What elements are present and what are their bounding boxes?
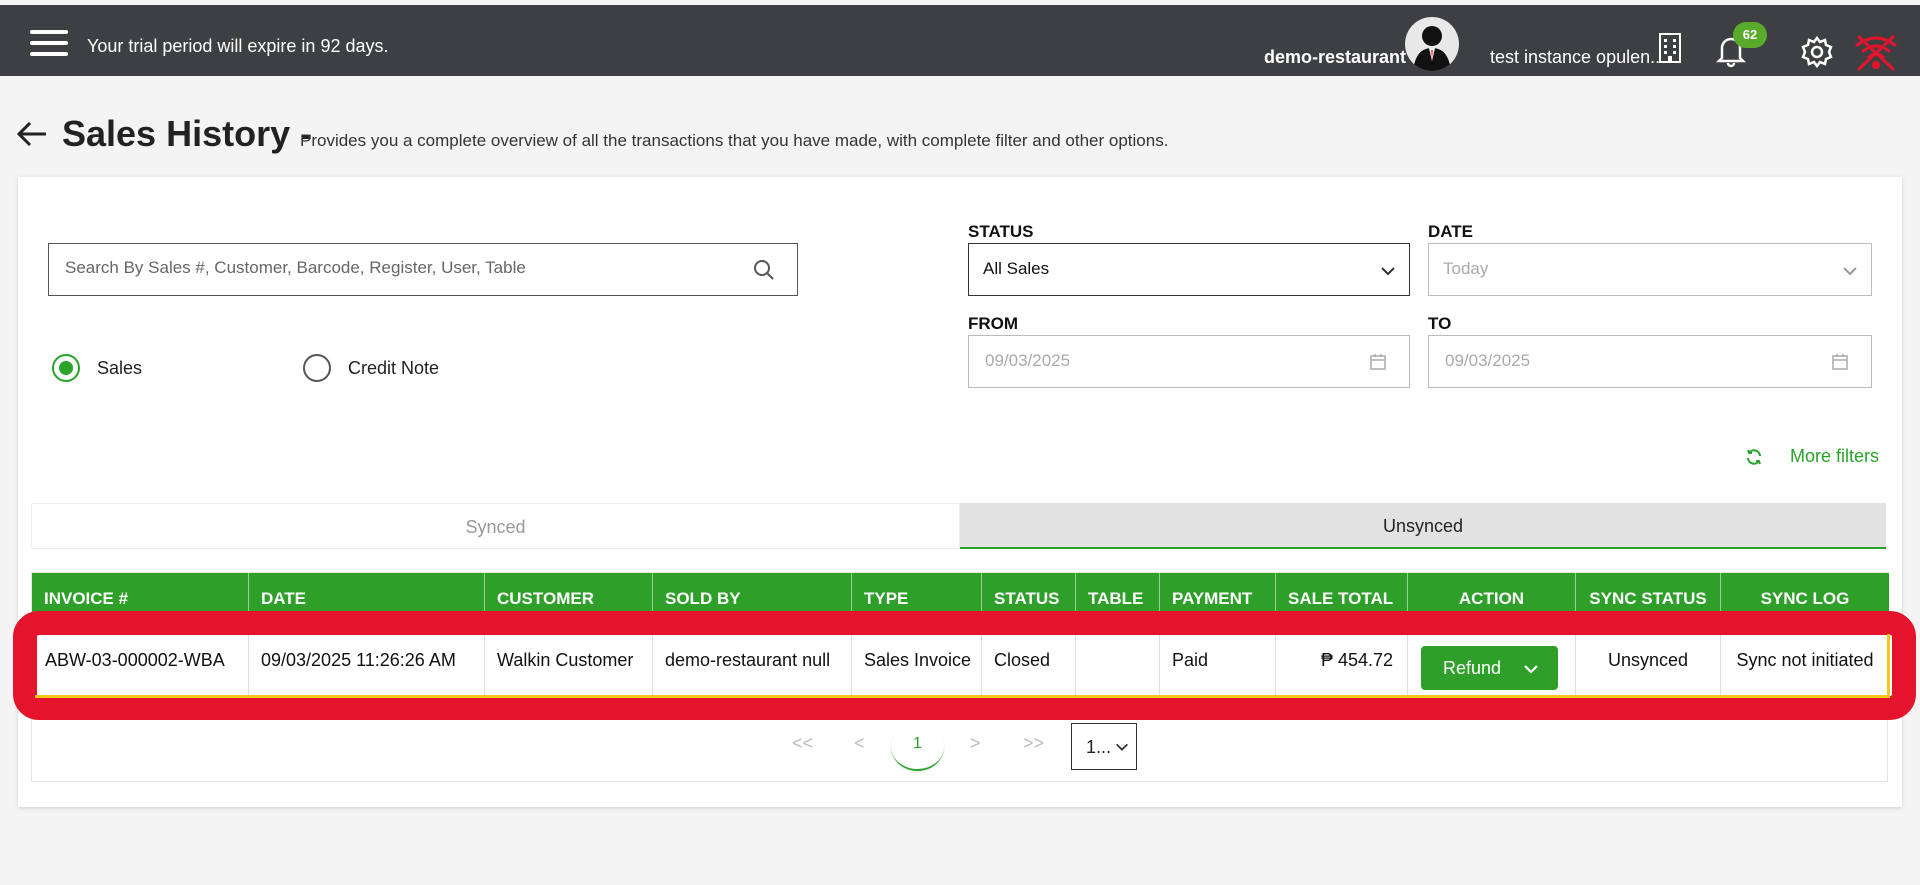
wifi-off-icon[interactable] [1853, 32, 1899, 72]
from-date-value: 09/03/2025 [985, 351, 1071, 370]
refund-button[interactable]: Refund [1421, 646, 1558, 690]
search-input[interactable] [65, 258, 725, 278]
restaurant-name[interactable]: demo-restaurant [1264, 47, 1406, 68]
tab-synced[interactable]: Synced [31, 503, 960, 549]
back-arrow-icon[interactable] [15, 117, 49, 151]
cell-type: Sales Invoice [852, 616, 982, 704]
cell-sold-by: demo-restaurant null [653, 616, 852, 704]
column-header-invoice[interactable]: INVOICE # [32, 573, 249, 616]
calendar-icon[interactable] [1369, 353, 1387, 371]
top-bar: Your trial period will expire in 92 days… [0, 5, 1920, 76]
last-page-button[interactable]: >> [1023, 733, 1044, 754]
cell-payment: Paid [1160, 616, 1276, 704]
to-date-field[interactable]: 09/03/2025 [1428, 335, 1872, 388]
cell-status: Closed [982, 616, 1076, 704]
column-header-sale-total[interactable]: SALE TOTAL [1276, 573, 1408, 616]
current-page-button[interactable]: 1 [891, 723, 944, 771]
table-header: INVOICE # DATE CUSTOMER SOLD BY TYPE STA… [32, 573, 1889, 616]
from-date-field[interactable]: 09/03/2025 [968, 335, 1410, 388]
building-icon[interactable] [1657, 32, 1683, 64]
menu-icon[interactable] [30, 30, 68, 60]
radio-sales[interactable] [52, 354, 80, 382]
first-page-button[interactable]: << [792, 733, 813, 754]
chevron-down-icon [1843, 267, 1857, 276]
column-header-sync-log[interactable]: SYNC LOG [1721, 573, 1889, 616]
column-header-date[interactable]: DATE [249, 573, 485, 616]
chevron-down-icon[interactable] [1522, 660, 1540, 678]
cell-sale-total: ₱ 454.72 [1276, 616, 1408, 704]
cell-sync-log: Sync not initiated [1736, 650, 1874, 670]
next-page-button[interactable]: > [970, 733, 981, 754]
page-size-value: 1... [1086, 737, 1112, 757]
to-label: TO [1428, 314, 1452, 333]
radio-sales-label[interactable]: Sales [97, 358, 142, 379]
chevron-down-icon [1116, 743, 1128, 751]
column-header-action: ACTION [1408, 573, 1576, 616]
column-header-sync-status[interactable]: SYNC STATUS [1576, 573, 1721, 616]
column-header-payment[interactable]: PAYMENT [1160, 573, 1276, 616]
column-header-status[interactable]: STATUS [982, 573, 1076, 616]
notification-badge: 62 [1733, 22, 1767, 48]
date-label: DATE [1428, 222, 1474, 241]
calendar-icon[interactable] [1831, 353, 1849, 371]
date-select-value: Today [1443, 259, 1489, 278]
radio-credit-note-label[interactable]: Credit Note [348, 358, 439, 379]
avatar[interactable] [1405, 17, 1459, 71]
cell-sync-status: Unsynced [1576, 616, 1721, 704]
to-date-value: 09/03/2025 [1445, 351, 1531, 370]
more-filters-link[interactable]: More filters [1790, 446, 1879, 467]
search-icon[interactable] [753, 259, 775, 281]
from-label: FROM [968, 314, 1019, 333]
column-header-sold-by[interactable]: SOLD BY [653, 573, 852, 616]
instance-name[interactable]: test instance opulen... [1490, 47, 1665, 68]
refund-button-label: Refund [1443, 658, 1502, 678]
trial-notice: Your trial period will expire in 92 days… [87, 36, 389, 56]
page-subtitle: Provides you a complete overview of all … [300, 131, 1169, 150]
sales-table: INVOICE # DATE CUSTOMER SOLD BY TYPE STA… [31, 572, 1889, 782]
column-header-type[interactable]: TYPE [852, 573, 982, 616]
search-field[interactable] [48, 243, 798, 296]
page-size-select[interactable]: 1... [1071, 723, 1137, 770]
status-label: STATUS [968, 222, 1034, 241]
status-select[interactable]: All Sales [968, 243, 1410, 296]
chevron-down-icon [1381, 267, 1395, 276]
page-title: Sales History - [62, 113, 313, 154]
gear-icon[interactable] [1800, 35, 1834, 69]
prev-page-button[interactable]: < [854, 733, 865, 754]
column-header-customer[interactable]: CUSTOMER [485, 573, 653, 616]
column-header-table[interactable]: TABLE [1076, 573, 1160, 616]
cell-customer: Walkin Customer [485, 616, 653, 704]
date-select[interactable]: Today [1428, 243, 1872, 296]
status-select-value: All Sales [983, 259, 1050, 278]
table-row[interactable]: ABW-03-000002-WBA 09/03/2025 11:26:26 AM… [32, 616, 1889, 704]
cell-table [1076, 616, 1160, 704]
cell-date: 09/03/2025 11:26:26 AM [249, 616, 485, 704]
tab-unsynced[interactable]: Unsynced [960, 503, 1886, 549]
cell-invoice[interactable]: ABW-03-000002-WBA [32, 616, 249, 704]
radio-credit-note[interactable] [303, 354, 331, 382]
refresh-icon[interactable] [1745, 448, 1763, 466]
